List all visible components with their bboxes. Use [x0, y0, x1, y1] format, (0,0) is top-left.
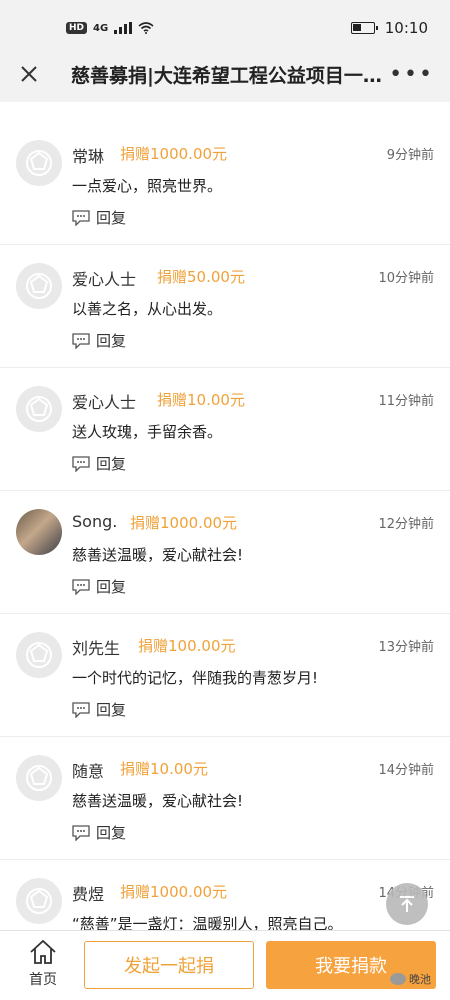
comment-item: 刘先生 捐赠100.00元 13分钟前 一个时代的记忆，伴随我的青葱岁月! 回复: [0, 614, 450, 737]
reply-button[interactable]: 回复: [72, 330, 126, 351]
reply-label: 回复: [96, 701, 127, 719]
signal-icon: [114, 22, 133, 34]
donor-name: Song.: [72, 512, 118, 531]
close-icon: [21, 66, 38, 82]
reply-button[interactable]: 回复: [72, 822, 126, 843]
donation-amount: 捐赠1000.00元: [130, 514, 238, 532]
hd-badge: HD: [66, 22, 88, 34]
close-button[interactable]: [16, 60, 43, 88]
reply-button[interactable]: 回复: [72, 453, 126, 474]
donor-name: 爱心人士: [72, 270, 137, 289]
comment-time: 14分钟前: [378, 763, 434, 778]
comment-icon: [72, 824, 90, 841]
default-avatar-icon: [26, 888, 52, 914]
avatar[interactable]: [16, 386, 62, 432]
watermark: 晚池: [390, 971, 431, 987]
network-label: 4G: [93, 22, 109, 34]
comment-item: 随意 捐赠10.00元 14分钟前 慈善送温暖，爱心献社会! 回复: [0, 737, 450, 860]
comment-message: 慈善送温暖，爱心献社会!: [72, 546, 244, 564]
comment-time: 13分钟前: [378, 640, 434, 655]
donation-amount: 捐赠100.00元: [138, 637, 236, 655]
comment-message: 送人玫瑰，手留余香。: [72, 423, 223, 441]
watermark-label: 晚池: [409, 973, 431, 986]
avatar[interactable]: [16, 878, 62, 924]
reply-button[interactable]: 回复: [72, 699, 126, 720]
comment-item: 爱心人士 捐赠50.00元 10分钟前 以善之名，从心出发。 回复: [0, 245, 450, 368]
donor-name: 费煜: [72, 885, 105, 904]
comment-icon: [72, 332, 90, 349]
battery-icon: [350, 22, 378, 34]
donor-name: 爱心人士: [72, 393, 137, 412]
comment-icon: [72, 578, 90, 595]
reply-label: 回复: [96, 578, 127, 596]
comment-icon: [72, 455, 90, 472]
clock: 10:10: [384, 19, 428, 37]
default-avatar-icon: [26, 396, 52, 422]
avatar[interactable]: [16, 632, 62, 678]
default-avatar-icon: [26, 150, 52, 176]
default-avatar-icon: [26, 642, 52, 668]
comment-message: 一点爱心，照亮世界。: [72, 177, 223, 195]
reply-label: 回复: [96, 824, 127, 842]
donor-name: 刘先生: [72, 639, 121, 658]
comment-time: 9分钟前: [386, 148, 434, 163]
donation-amount: 捐赠50.00元: [157, 268, 245, 286]
default-avatar-icon: [26, 273, 52, 299]
arrow-up-icon: [400, 896, 414, 912]
scroll-top-button[interactable]: [386, 883, 428, 925]
home-button[interactable]: 首页: [18, 939, 68, 989]
start-fundraiser-button[interactable]: 发起一起捐: [84, 941, 254, 989]
reply-label: 回复: [96, 332, 127, 350]
donation-amount: 捐赠10.00元: [157, 391, 245, 409]
donation-amount: 捐赠1000.00元: [120, 883, 228, 901]
comment-icon: [72, 701, 90, 718]
reply-label: 回复: [96, 455, 127, 473]
status-icons: HD 4G: [66, 22, 154, 34]
donation-amount: 捐赠1000.00元: [120, 145, 228, 163]
comment-item: 费煜 捐赠1000.00元 14分钟前 “慈善”是一盏灯：温暖别人，照亮自己。: [0, 860, 450, 930]
avatar[interactable]: [16, 755, 62, 801]
title-bar: 慈善募捐|大连希望工程公益项目一… •••: [0, 46, 450, 102]
home-icon: [30, 939, 56, 964]
comment-time: 12分钟前: [378, 517, 434, 532]
page-title: 慈善募捐|大连希望工程公益项目一…: [70, 64, 382, 87]
home-label: 首页: [29, 972, 57, 988]
bottom-bar: 首页 发起一起捐 我要捐款 晚池: [0, 930, 450, 1000]
donor-name: 随意: [72, 762, 105, 781]
wechat-icon: [390, 973, 406, 985]
donor-name: 常琳: [72, 147, 105, 166]
comment-message: 以善之名，从心出发。: [72, 300, 223, 318]
avatar[interactable]: [16, 263, 62, 309]
donation-amount: 捐赠10.00元: [120, 760, 208, 778]
wifi-icon: [138, 22, 154, 34]
comment-item: 爱心人士 捐赠10.00元 11分钟前 送人玫瑰，手留余香。 回复: [0, 368, 450, 491]
avatar[interactable]: [16, 509, 62, 555]
comment-icon: [72, 209, 90, 226]
comment-message: “慈善”是一盏灯：温暖别人，照亮自己。: [72, 915, 343, 930]
comment-item: Song. 捐赠1000.00元 12分钟前 慈善送温暖，爱心献社会! 回复: [0, 491, 450, 614]
avatar[interactable]: [16, 140, 62, 186]
status-right: 10:10: [350, 19, 428, 37]
comment-list[interactable]: 常琳 捐赠1000.00元 9分钟前 一点爱心，照亮世界。 回复 爱心人士 捐赠…: [0, 122, 450, 930]
comment-message: 一个时代的记忆，伴随我的青葱岁月!: [72, 669, 319, 687]
comment-time: 10分钟前: [378, 271, 434, 286]
comment-message: 慈善送温暖，爱心献社会!: [72, 792, 244, 810]
reply-label: 回复: [96, 209, 127, 227]
comment-time: 11分钟前: [378, 394, 434, 409]
more-button[interactable]: •••: [389, 62, 434, 87]
comment-item: 常琳 捐赠1000.00元 9分钟前 一点爱心，照亮世界。 回复: [0, 122, 450, 245]
default-avatar-icon: [26, 765, 52, 791]
reply-button[interactable]: 回复: [72, 207, 126, 228]
reply-button[interactable]: 回复: [72, 576, 126, 597]
